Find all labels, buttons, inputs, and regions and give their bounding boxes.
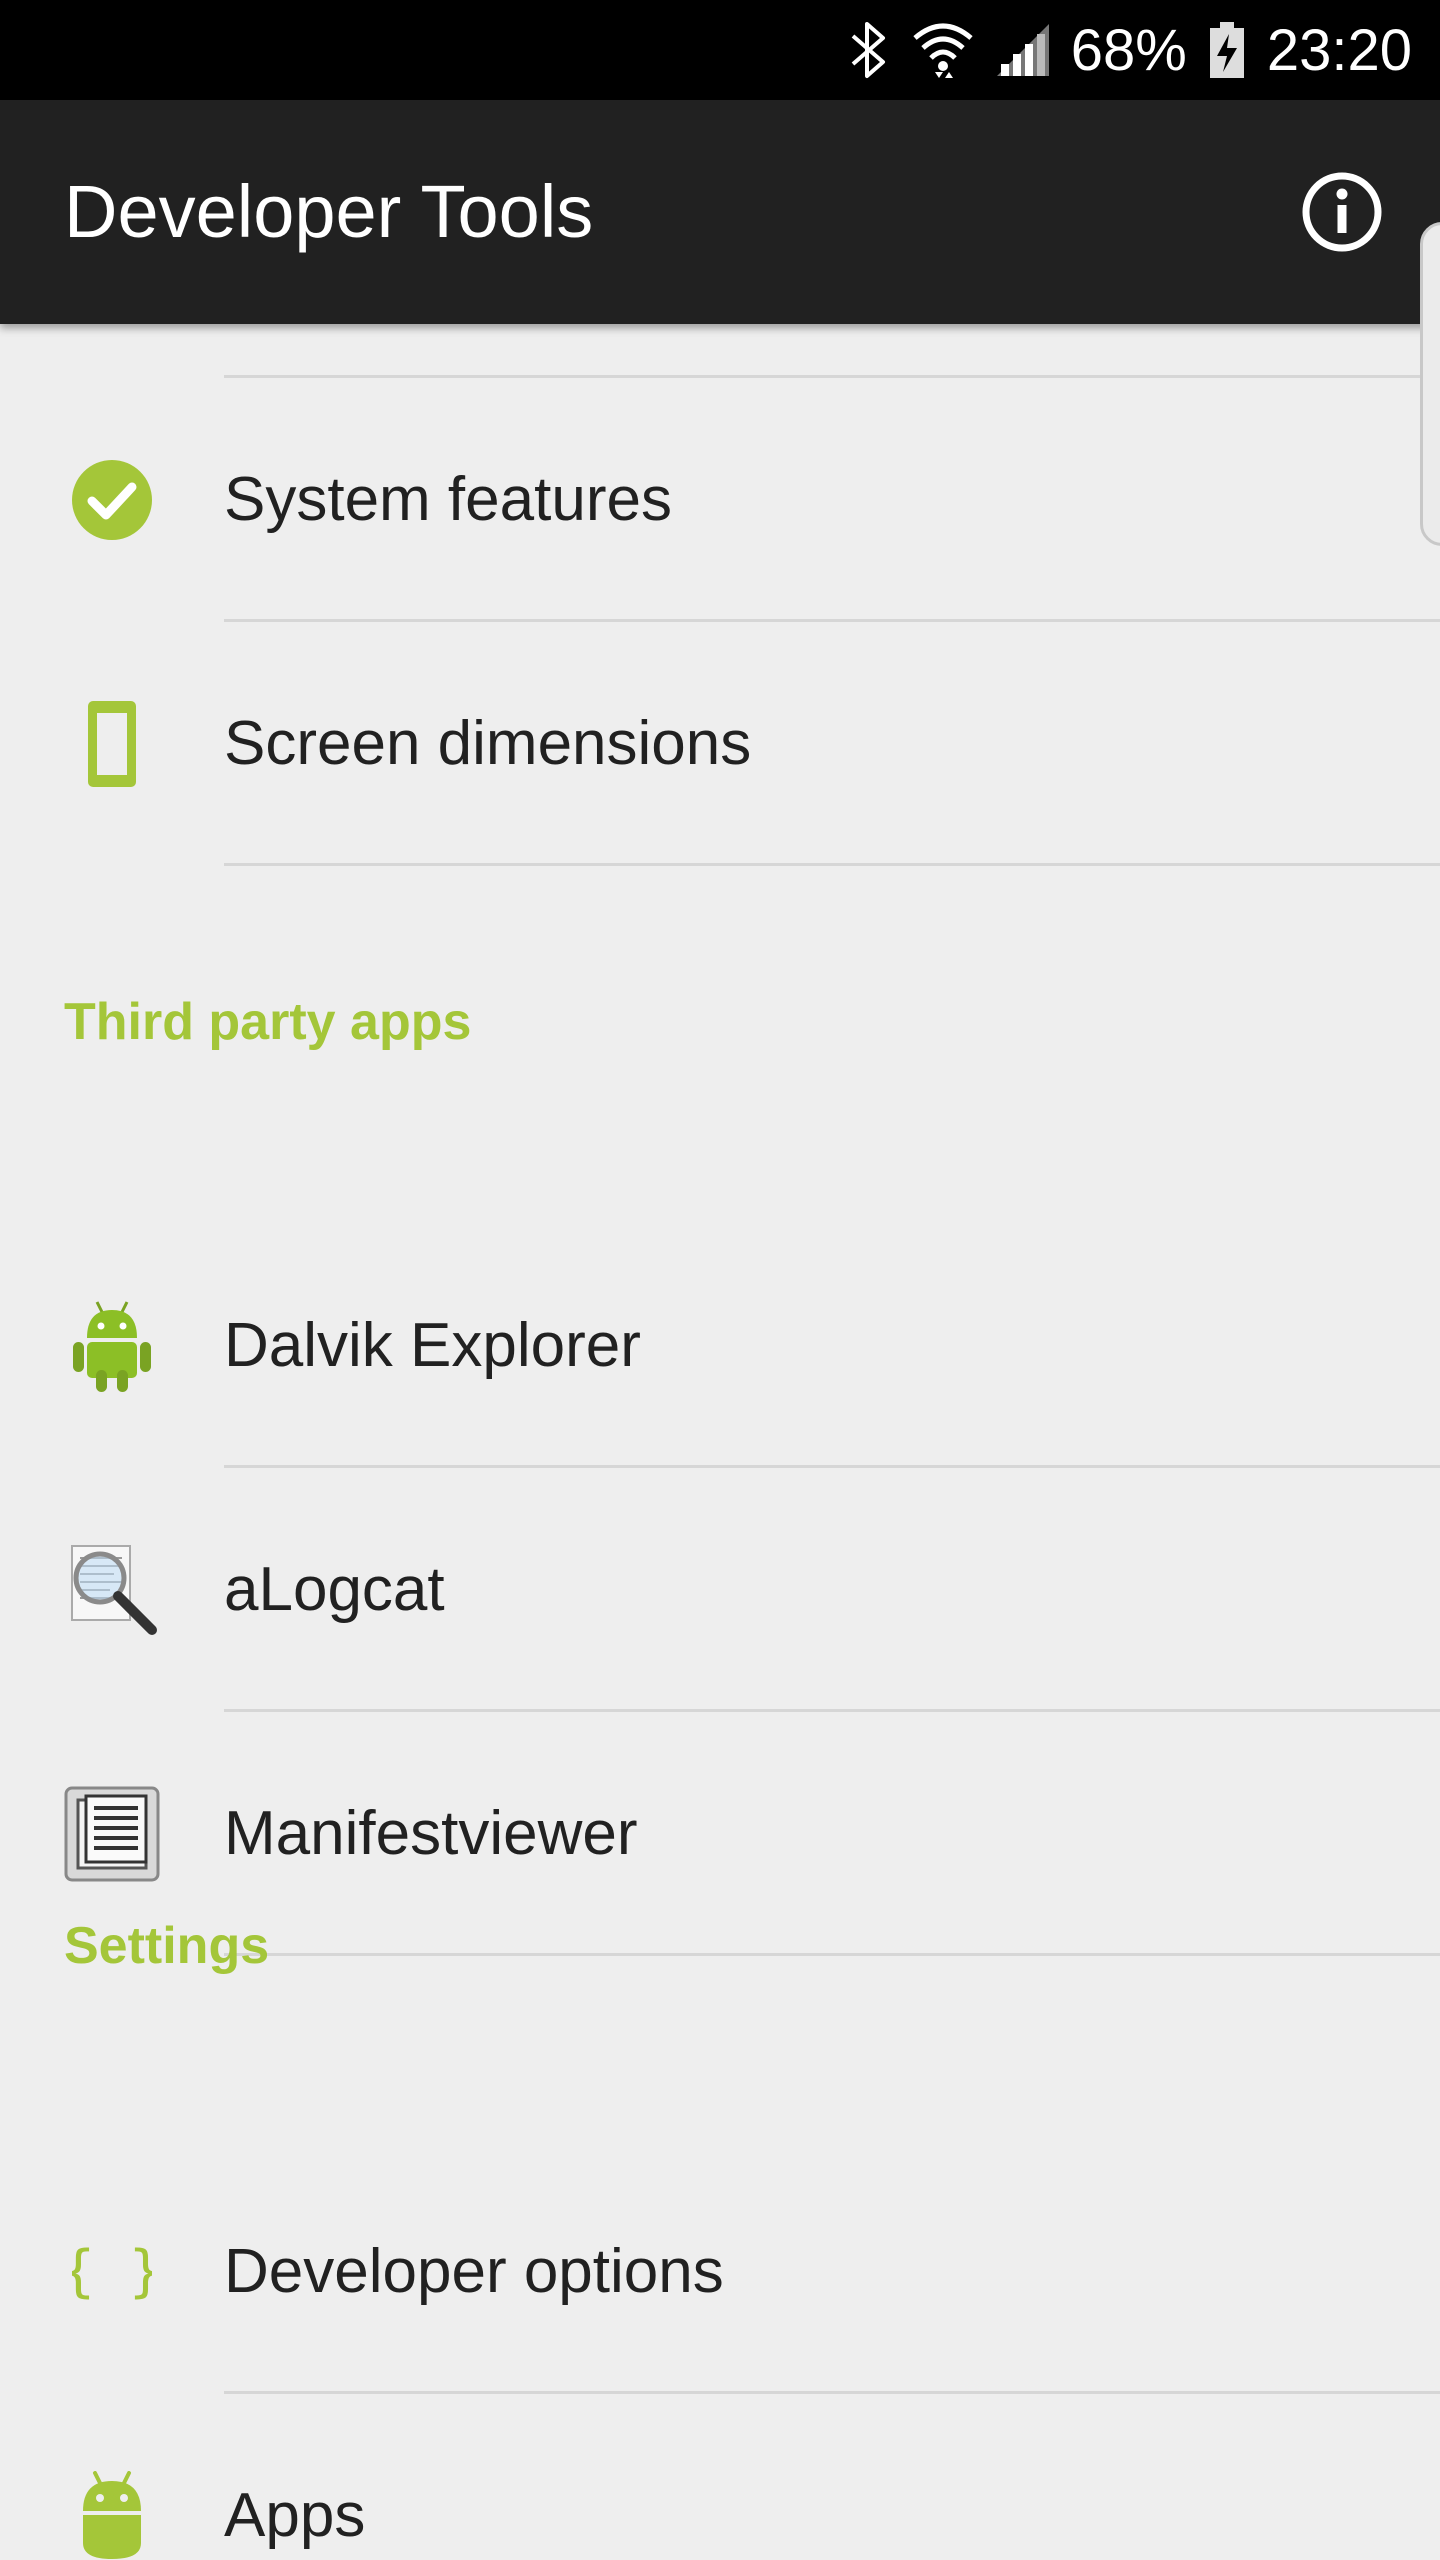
list-item-screen-dimensions[interactable]: Screen dimensions: [0, 622, 1440, 866]
list-item-alogcat[interactable]: aLogcat: [0, 1468, 1440, 1712]
tools-list: System features Screen dimensions Third …: [0, 324, 1440, 2560]
clock: 23:20: [1266, 17, 1412, 83]
scroll-handle[interactable]: [1420, 222, 1440, 546]
wifi-icon: [911, 20, 975, 80]
list-item-label: Apps: [224, 2481, 366, 2550]
list-item-label: Manifestviewer: [224, 1799, 638, 1868]
list-item-apps[interactable]: Apps: [0, 2394, 1440, 2560]
divider: [224, 1953, 1440, 1956]
section-header-third-party: Third party apps: [64, 993, 472, 1051]
list-item-label: Developer options: [224, 2237, 724, 2306]
android-robot-icon: [62, 1296, 162, 1396]
app-bar: Developer Tools: [0, 100, 1440, 324]
list-item-label: System features: [224, 465, 672, 534]
list-item-label: aLogcat: [224, 1555, 445, 1624]
document-lines-icon: [62, 1784, 162, 1884]
phone-outline-icon: [62, 694, 162, 794]
divider: [224, 863, 1440, 866]
battery-charging-icon: [1207, 20, 1247, 80]
magnifier-document-icon: [62, 1540, 162, 1640]
info-icon: [1302, 172, 1382, 252]
list-item-label: Screen dimensions: [224, 709, 752, 778]
list-item-dalvik-explorer[interactable]: Dalvik Explorer: [0, 1224, 1440, 1468]
info-button[interactable]: [1300, 170, 1384, 254]
check-circle-icon: [62, 450, 162, 550]
status-icons: 68% 23:20: [847, 0, 1412, 100]
curly-braces-icon: { }: [62, 2222, 162, 2322]
list-item-system-features[interactable]: System features: [0, 378, 1440, 622]
battery-percent: 68%: [1070, 17, 1187, 83]
status-bar: 68% 23:20: [0, 0, 1440, 100]
list-item-label: Dalvik Explorer: [224, 1311, 641, 1380]
signal-icon: [995, 22, 1051, 78]
android-head-icon: [62, 2466, 162, 2560]
list-item-partial[interactable]: [0, 324, 1440, 378]
svg-text:{ }: { }: [72, 2239, 152, 2304]
list-item-developer-options[interactable]: { } Developer options: [0, 2150, 1440, 2394]
section-header-settings: Settings: [64, 1917, 270, 1975]
page-title: Developer Tools: [64, 170, 594, 253]
bluetooth-icon: [847, 20, 891, 80]
